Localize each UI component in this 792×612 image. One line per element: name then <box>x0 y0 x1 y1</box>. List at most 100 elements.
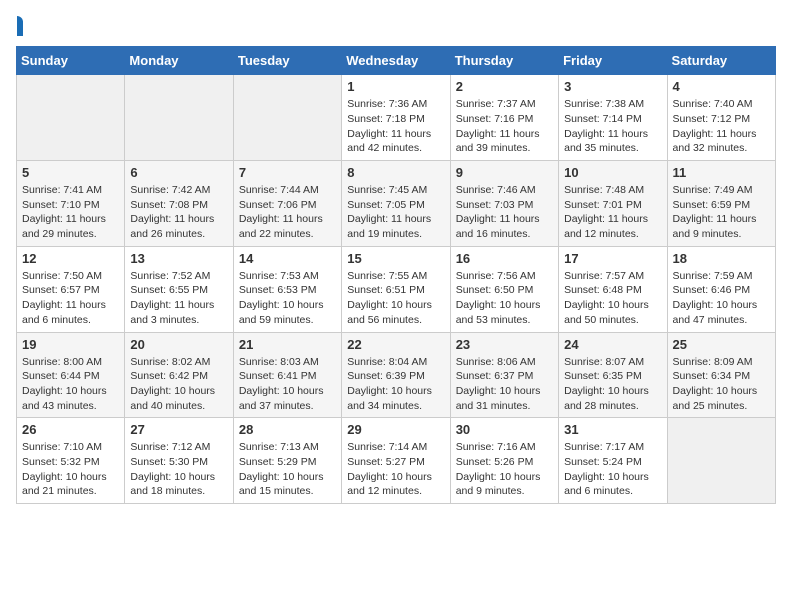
days-header-row: SundayMondayTuesdayWednesdayThursdayFrid… <box>17 47 776 75</box>
day-number: 7 <box>239 165 336 180</box>
day-info: Sunrise: 7:56 AM Sunset: 6:50 PM Dayligh… <box>456 269 553 328</box>
day-info: Sunrise: 7:53 AM Sunset: 6:53 PM Dayligh… <box>239 269 336 328</box>
day-info: Sunrise: 7:12 AM Sunset: 5:30 PM Dayligh… <box>130 440 227 499</box>
day-info: Sunrise: 8:09 AM Sunset: 6:34 PM Dayligh… <box>673 355 770 414</box>
calendar-cell: 1 Sunrise: 7:36 AM Sunset: 7:18 PM Daylig… <box>342 75 450 161</box>
day-info: Sunrise: 7:40 AM Sunset: 7:12 PM Dayligh… <box>673 97 770 156</box>
day-number: 21 <box>239 337 336 352</box>
calendar-cell: 31 Sunrise: 7:17 AM Sunset: 5:24 PM Dayli… <box>559 418 667 504</box>
calendar-cell: 13Sunrise: 7:52 AM Sunset: 6:55 PM Dayli… <box>125 246 233 332</box>
day-info: Sunrise: 7:37 AM Sunset: 7:16 PM Dayligh… <box>456 97 553 156</box>
calendar-cell <box>233 75 341 161</box>
day-info: Sunrise: 7:48 AM Sunset: 7:01 PM Dayligh… <box>564 183 661 242</box>
calendar-cell: 16 Sunrise: 7:56 AM Sunset: 6:50 PM Dayli… <box>450 246 558 332</box>
day-info: Sunrise: 7:49 AM Sunset: 6:59 PM Dayligh… <box>673 183 770 242</box>
calendar-cell: 5 Sunrise: 7:41 AM Sunset: 7:10 PM Daylig… <box>17 161 125 247</box>
day-number: 24 <box>564 337 661 352</box>
calendar-cell: 26 Sunrise: 7:10 AM Sunset: 5:32 PM Dayli… <box>17 418 125 504</box>
day-number: 27 <box>130 422 227 437</box>
day-number: 8 <box>347 165 444 180</box>
calendar-cell: 9 Sunrise: 7:46 AM Sunset: 7:03 PM Daylig… <box>450 161 558 247</box>
day-number: 22 <box>347 337 444 352</box>
calendar-cell: 22 Sunrise: 8:04 AM Sunset: 6:39 PM Dayli… <box>342 332 450 418</box>
day-number: 17 <box>564 251 661 266</box>
day-number: 13 <box>130 251 227 266</box>
logo <box>16 16 24 36</box>
calendar-cell: 3 Sunrise: 7:38 AM Sunset: 7:14 PM Daylig… <box>559 75 667 161</box>
day-number: 1 <box>347 79 444 94</box>
day-number: 4 <box>673 79 770 94</box>
day-number: 6 <box>130 165 227 180</box>
day-info: Sunrise: 7:38 AM Sunset: 7:14 PM Dayligh… <box>564 97 661 156</box>
calendar-cell: 21Sunrise: 8:03 AM Sunset: 6:41 PM Dayli… <box>233 332 341 418</box>
day-info: Sunrise: 8:04 AM Sunset: 6:39 PM Dayligh… <box>347 355 444 414</box>
day-number: 31 <box>564 422 661 437</box>
calendar-cell: 4 Sunrise: 7:40 AM Sunset: 7:12 PM Daylig… <box>667 75 775 161</box>
day-info: Sunrise: 7:59 AM Sunset: 6:46 PM Dayligh… <box>673 269 770 328</box>
day-number: 14 <box>239 251 336 266</box>
calendar-cell: 10 Sunrise: 7:48 AM Sunset: 7:01 PM Dayli… <box>559 161 667 247</box>
day-info: Sunrise: 7:46 AM Sunset: 7:03 PM Dayligh… <box>456 183 553 242</box>
day-number: 2 <box>456 79 553 94</box>
day-info: Sunrise: 7:14 AM Sunset: 5:27 PM Dayligh… <box>347 440 444 499</box>
calendar-cell: 29 Sunrise: 7:14 AM Sunset: 5:27 PM Dayli… <box>342 418 450 504</box>
day-number: 19 <box>22 337 119 352</box>
day-number: 9 <box>456 165 553 180</box>
calendar-cell <box>125 75 233 161</box>
day-number: 10 <box>564 165 661 180</box>
calendar-table: SundayMondayTuesdayWednesdayThursdayFrid… <box>16 46 776 504</box>
day-info: Sunrise: 8:00 AM Sunset: 6:44 PM Dayligh… <box>22 355 119 414</box>
calendar-cell: 6Sunrise: 7:42 AM Sunset: 7:08 PM Daylig… <box>125 161 233 247</box>
day-info: Sunrise: 7:50 AM Sunset: 6:57 PM Dayligh… <box>22 269 119 328</box>
day-info: Sunrise: 7:13 AM Sunset: 5:29 PM Dayligh… <box>239 440 336 499</box>
calendar-cell: 28Sunrise: 7:13 AM Sunset: 5:29 PM Dayli… <box>233 418 341 504</box>
day-info: Sunrise: 8:02 AM Sunset: 6:42 PM Dayligh… <box>130 355 227 414</box>
day-number: 23 <box>456 337 553 352</box>
day-info: Sunrise: 7:55 AM Sunset: 6:51 PM Dayligh… <box>347 269 444 328</box>
calendar-cell <box>667 418 775 504</box>
calendar-cell: 24 Sunrise: 8:07 AM Sunset: 6:35 PM Dayli… <box>559 332 667 418</box>
week-row-0: 1 Sunrise: 7:36 AM Sunset: 7:18 PM Daylig… <box>17 75 776 161</box>
day-number: 18 <box>673 251 770 266</box>
day-number: 12 <box>22 251 119 266</box>
day-number: 11 <box>673 165 770 180</box>
week-row-3: 19 Sunrise: 8:00 AM Sunset: 6:44 PM Dayli… <box>17 332 776 418</box>
day-info: Sunrise: 7:44 AM Sunset: 7:06 PM Dayligh… <box>239 183 336 242</box>
calendar-cell: 12 Sunrise: 7:50 AM Sunset: 6:57 PM Dayli… <box>17 246 125 332</box>
day-number: 15 <box>347 251 444 266</box>
calendar-cell: 2 Sunrise: 7:37 AM Sunset: 7:16 PM Daylig… <box>450 75 558 161</box>
day-header-thursday: Thursday <box>450 47 558 75</box>
calendar-cell: 19 Sunrise: 8:00 AM Sunset: 6:44 PM Dayli… <box>17 332 125 418</box>
day-number: 20 <box>130 337 227 352</box>
day-info: Sunrise: 7:17 AM Sunset: 5:24 PM Dayligh… <box>564 440 661 499</box>
day-number: 5 <box>22 165 119 180</box>
calendar-cell: 15 Sunrise: 7:55 AM Sunset: 6:51 PM Dayli… <box>342 246 450 332</box>
day-number: 3 <box>564 79 661 94</box>
day-info: Sunrise: 7:16 AM Sunset: 5:26 PM Dayligh… <box>456 440 553 499</box>
day-info: Sunrise: 7:57 AM Sunset: 6:48 PM Dayligh… <box>564 269 661 328</box>
calendar-cell: 25Sunrise: 8:09 AM Sunset: 6:34 PM Dayli… <box>667 332 775 418</box>
day-info: Sunrise: 7:41 AM Sunset: 7:10 PM Dayligh… <box>22 183 119 242</box>
calendar-cell: 27 Sunrise: 7:12 AM Sunset: 5:30 PM Dayli… <box>125 418 233 504</box>
day-header-tuesday: Tuesday <box>233 47 341 75</box>
day-info: Sunrise: 7:45 AM Sunset: 7:05 PM Dayligh… <box>347 183 444 242</box>
day-info: Sunrise: 8:07 AM Sunset: 6:35 PM Dayligh… <box>564 355 661 414</box>
day-header-friday: Friday <box>559 47 667 75</box>
calendar-cell: 30Sunrise: 7:16 AM Sunset: 5:26 PM Dayli… <box>450 418 558 504</box>
calendar-cell: 18 Sunrise: 7:59 AM Sunset: 6:46 PM Dayli… <box>667 246 775 332</box>
calendar-cell: 14 Sunrise: 7:53 AM Sunset: 6:53 PM Dayli… <box>233 246 341 332</box>
day-number: 29 <box>347 422 444 437</box>
page-header <box>16 16 776 36</box>
day-number: 26 <box>22 422 119 437</box>
calendar-cell: 17 Sunrise: 7:57 AM Sunset: 6:48 PM Dayli… <box>559 246 667 332</box>
week-row-2: 12 Sunrise: 7:50 AM Sunset: 6:57 PM Dayli… <box>17 246 776 332</box>
week-row-1: 5 Sunrise: 7:41 AM Sunset: 7:10 PM Daylig… <box>17 161 776 247</box>
calendar-cell: 23Sunrise: 8:06 AM Sunset: 6:37 PM Dayli… <box>450 332 558 418</box>
week-row-4: 26 Sunrise: 7:10 AM Sunset: 5:32 PM Dayli… <box>17 418 776 504</box>
day-info: Sunrise: 7:36 AM Sunset: 7:18 PM Dayligh… <box>347 97 444 156</box>
day-number: 16 <box>456 251 553 266</box>
day-info: Sunrise: 7:10 AM Sunset: 5:32 PM Dayligh… <box>22 440 119 499</box>
day-header-monday: Monday <box>125 47 233 75</box>
day-header-saturday: Saturday <box>667 47 775 75</box>
calendar-cell: 11 Sunrise: 7:49 AM Sunset: 6:59 PM Dayli… <box>667 161 775 247</box>
